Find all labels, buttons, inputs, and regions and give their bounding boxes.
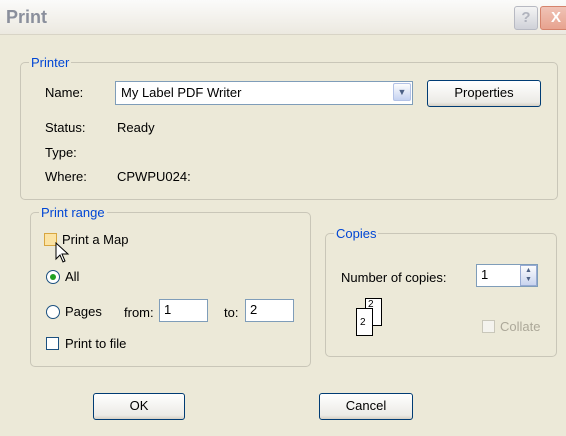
- chevron-down-icon[interactable]: ▼: [393, 83, 411, 101]
- printer-name-value: My Label PDF Writer: [121, 85, 242, 100]
- to-label: to:: [224, 305, 239, 320]
- status-label: Status:: [45, 120, 86, 135]
- pages-radio[interactable]: [46, 305, 60, 319]
- print-to-file-checkbox[interactable]: [46, 337, 59, 350]
- collate-pages-icon: 2 2: [356, 298, 384, 340]
- properties-button[interactable]: Properties: [427, 80, 541, 107]
- collate-page-front: 2: [356, 308, 373, 336]
- type-label: Type:: [45, 145, 77, 160]
- where-label: Where:: [45, 169, 87, 184]
- all-label: All: [65, 269, 80, 284]
- all-radio[interactable]: [46, 270, 60, 284]
- print-map-label: Print a Map: [62, 232, 129, 247]
- collate-checkbox[interactable]: [482, 320, 495, 333]
- to-field[interactable]: 2: [245, 299, 294, 322]
- where-value: CPWPU024:: [117, 169, 191, 184]
- number-of-copies-label: Number of copies:: [341, 270, 447, 285]
- print-to-file-label: Print to file: [65, 336, 127, 351]
- close-glyph: X: [550, 9, 561, 26]
- ok-button[interactable]: OK: [93, 393, 185, 420]
- copies-legend: Copies: [336, 226, 377, 241]
- printer-legend: Printer: [31, 55, 70, 70]
- printer-group: Printer: [20, 55, 558, 200]
- copies-spinner[interactable]: ▲ ▼: [520, 265, 537, 286]
- printer-name-select[interactable]: My Label PDF Writer ▼: [115, 81, 413, 105]
- help-icon[interactable]: ?: [514, 6, 538, 30]
- name-label: Name:: [45, 85, 84, 100]
- from-field[interactable]: 1: [159, 299, 208, 322]
- window-title: Print: [6, 7, 48, 27]
- pages-label: Pages: [65, 304, 102, 319]
- print-range-legend: Print range: [41, 205, 105, 220]
- from-label: from:: [124, 305, 154, 320]
- cancel-button[interactable]: Cancel: [319, 393, 413, 420]
- mouse-cursor-icon: [55, 242, 70, 263]
- help-glyph: ?: [521, 9, 531, 26]
- close-icon[interactable]: X: [540, 6, 566, 30]
- collate-label: Collate: [500, 319, 541, 334]
- status-value: Ready: [117, 120, 155, 135]
- title-bar[interactable]: Print ? X: [0, 0, 566, 35]
